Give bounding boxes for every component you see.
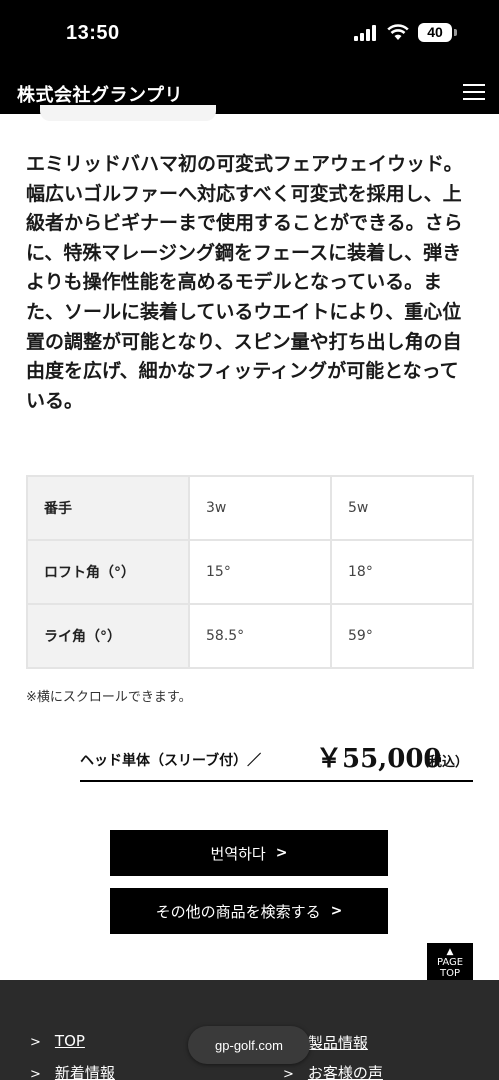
translate-button[interactable]: 번역하다 > xyxy=(110,830,388,876)
table-cell: 5w xyxy=(330,475,474,541)
table-cell: 59° xyxy=(330,603,474,669)
page-top-line1: PAGE xyxy=(436,957,464,968)
battery-nub xyxy=(454,29,457,36)
arrow-up-icon: ▲ xyxy=(446,947,454,957)
row-header-club-number: 番手 xyxy=(26,475,190,541)
price-tax-note: （税込） xyxy=(416,755,469,770)
table-cell: 18° xyxy=(330,539,474,605)
translate-button-label: 번역하다 xyxy=(210,844,266,863)
status-bar: 13:50 40 xyxy=(0,0,499,70)
scroll-note: ※横にスクロールできます。 xyxy=(26,690,192,705)
browser-url-pill[interactable]: gp-golf.com xyxy=(188,1026,310,1064)
table-row: ライ角（°） 58.5° 59° xyxy=(26,603,474,669)
footer-link-top[interactable]: > TOP xyxy=(30,1032,85,1050)
table-cell: 3w xyxy=(188,475,332,541)
chevron-right-icon: > xyxy=(30,1035,41,1050)
price-block: ヘッド単体（スリーブ付）／ ￥55,000 （税込） xyxy=(80,738,473,782)
brand-logo-text[interactable]: 株式会社グランプリ xyxy=(17,81,183,107)
footer-link-testimonials[interactable]: > お客様の声 xyxy=(283,1062,383,1080)
price-label: ヘッド単体（スリーブ付）／ xyxy=(80,753,262,769)
wifi-icon xyxy=(387,24,409,40)
chevron-right-icon: > xyxy=(330,903,343,919)
cellular-signal-icon xyxy=(354,25,376,41)
search-other-products-button[interactable]: その他の商品を検索する > xyxy=(110,888,388,934)
status-time: 13:50 xyxy=(66,22,120,44)
hamburger-menu-icon[interactable] xyxy=(463,84,485,100)
chevron-right-icon: > xyxy=(30,1067,41,1080)
product-description: エミリッドバハマ初の可変式フェアウェイウッド。 幅広いゴルファーへ対応すべく可変… xyxy=(26,153,463,412)
spec-table[interactable]: 番手 3w 5w ロフト角（°） 15° 18° ライ角（°） 58.5° 59… xyxy=(26,475,474,669)
table-row: ロフト角（°） 15° 18° xyxy=(26,539,474,605)
row-header-loft: ロフト角（°） xyxy=(26,539,190,605)
chevron-right-icon: > xyxy=(283,1067,294,1080)
page-top-line2: TOP xyxy=(439,968,460,979)
scrolled-element-edge xyxy=(40,105,216,121)
search-other-products-label: その他の商品を検索する xyxy=(155,902,321,921)
battery-icon: 40 xyxy=(418,23,452,42)
table-cell: 58.5° xyxy=(188,603,332,669)
chevron-right-icon: > xyxy=(275,845,288,861)
table-row: 番手 3w 5w xyxy=(26,475,474,541)
footer-link-news[interactable]: > 新着情報 xyxy=(30,1062,115,1080)
row-header-lie: ライ角（°） xyxy=(26,603,190,669)
table-cell: 15° xyxy=(188,539,332,605)
